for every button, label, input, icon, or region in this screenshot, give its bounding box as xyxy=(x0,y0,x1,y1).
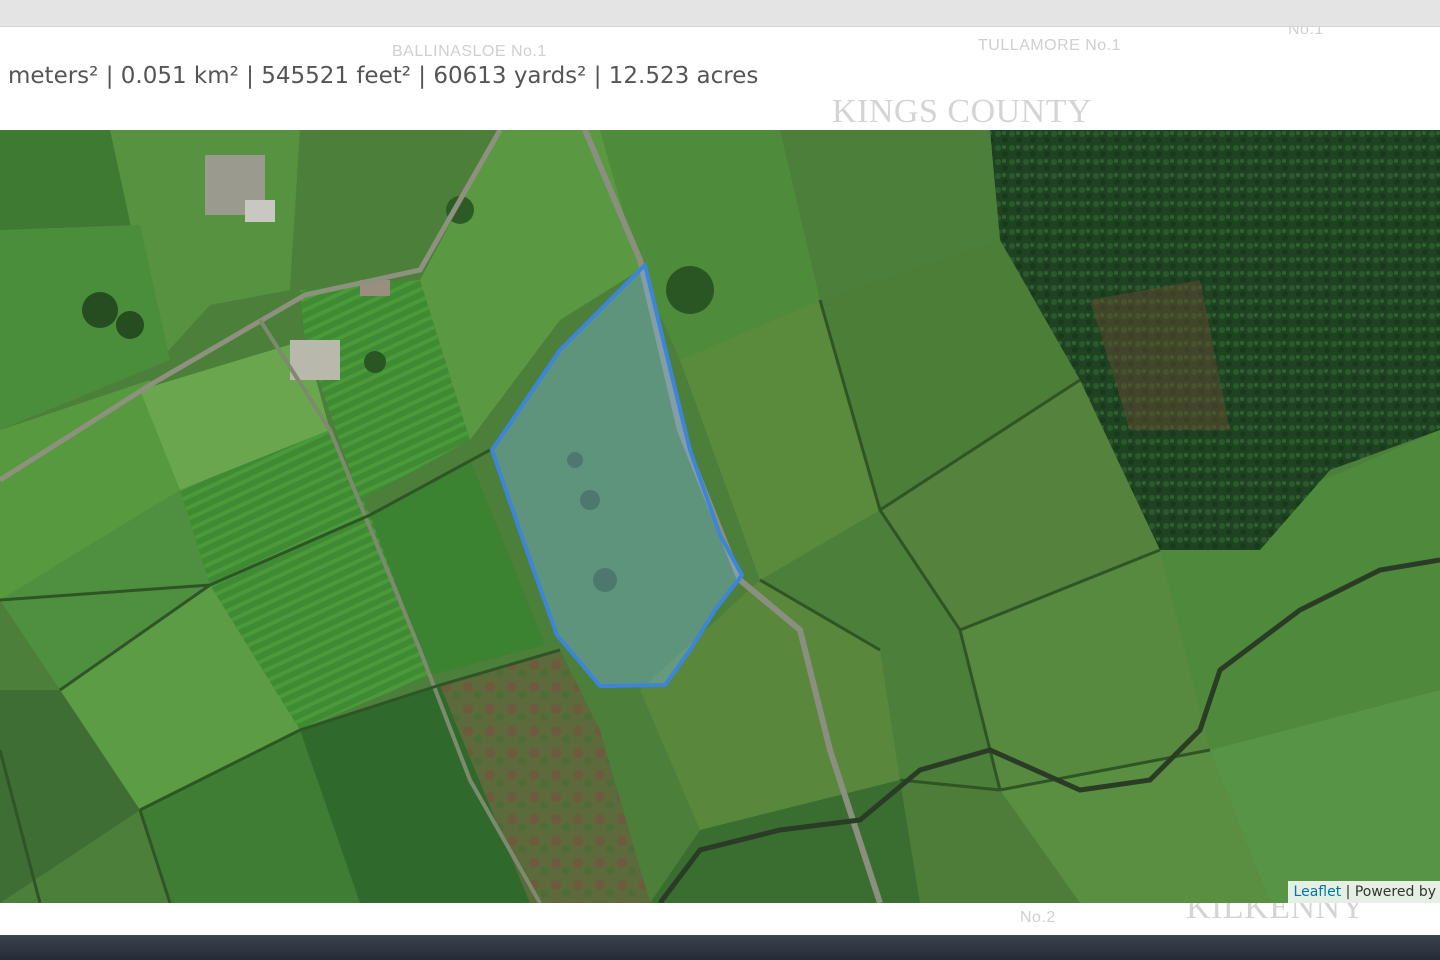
background-label-no2: No.2 xyxy=(1020,909,1056,926)
background-label-no1: No.1 xyxy=(1288,27,1324,38)
leaflet-link[interactable]: Leaflet xyxy=(1294,884,1342,900)
map-attribution: Leaflet | Powered by xyxy=(1287,881,1440,903)
background-label-ballinasloe: BALLINASLOE No.1 xyxy=(392,43,547,60)
background-label-kings-county: KINGS COUNTY xyxy=(832,93,1093,130)
satellite-imagery xyxy=(0,130,1440,903)
area-measurement-text: meters² | 0.051 km² | 545521 feet² | 606… xyxy=(8,63,759,89)
attribution-powered-by: Powered by xyxy=(1354,884,1436,900)
satellite-map[interactable]: Leaflet | Powered by xyxy=(0,130,1440,903)
background-label-tullamore: TULLAMORE No.1 xyxy=(978,37,1122,54)
attribution-separator: | xyxy=(1341,884,1355,900)
bottom-bar xyxy=(0,935,1440,960)
browser-top-strip xyxy=(0,0,1440,27)
